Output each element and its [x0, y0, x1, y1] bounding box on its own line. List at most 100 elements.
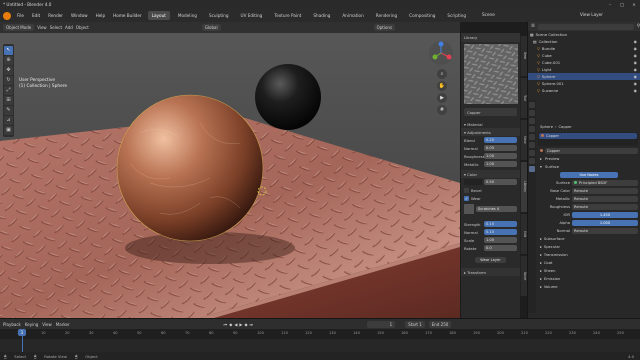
- play-icon[interactable]: ▶: [239, 322, 242, 327]
- material-slot-item[interactable]: Copper: [539, 132, 637, 139]
- cursor-tool-icon[interactable]: ⊕: [4, 56, 13, 65]
- measure-tool-icon[interactable]: ⊿: [4, 116, 13, 125]
- blender-logo-icon[interactable]: [3, 11, 11, 20]
- normal-field[interactable]: 0.05: [484, 145, 517, 151]
- tab-texture-paint[interactable]: Texture Paint: [270, 11, 305, 20]
- visibility-eye-icon[interactable]: ◉: [634, 74, 637, 79]
- wear-row[interactable]: ✓ Wear: [461, 194, 520, 202]
- blend-field[interactable]: 0.20: [484, 137, 517, 143]
- surface-shader-field[interactable]: Principled BSDF: [572, 179, 638, 186]
- viewport-menu-view[interactable]: View: [37, 25, 47, 30]
- scale-field[interactable]: 1.00: [484, 237, 517, 243]
- view-layer-selector[interactable]: View Layer: [580, 12, 603, 17]
- scene-props-tab-icon[interactable]: [529, 126, 535, 132]
- menu-help[interactable]: Help: [94, 13, 108, 18]
- jump-start-icon[interactable]: ⏮: [224, 322, 228, 327]
- material-browse-icon[interactable]: [540, 149, 543, 152]
- color-swatch[interactable]: [464, 179, 482, 185]
- timeline-menu-marker[interactable]: Marker: [56, 322, 70, 327]
- n-panel-tab-2[interactable]: Tool: [520, 78, 527, 118]
- next-key-icon[interactable]: ◆: [244, 322, 247, 327]
- outliner-item[interactable]: ▽ Cube ◉: [528, 52, 640, 59]
- viewport-menu-object[interactable]: Object: [76, 25, 89, 30]
- roughness-field[interactable]: 1.00: [484, 153, 517, 159]
- shader-input-field[interactable]: 1.000: [572, 219, 638, 226]
- menu-home-builder[interactable]: Home Builder: [111, 13, 144, 18]
- start-frame-field[interactable]: Start 1: [405, 320, 425, 328]
- surface-section-header[interactable]: ▾ Surface: [538, 163, 638, 171]
- outliner-search[interactable]: [537, 23, 634, 30]
- rotate-tool-icon[interactable]: ↻: [4, 76, 13, 85]
- metallic-field[interactable]: 1.00: [484, 161, 517, 167]
- scratches-field[interactable]: Scratches 4: [476, 206, 517, 212]
- visibility-eye-icon[interactable]: ◉: [634, 81, 637, 86]
- collapsed-section-header[interactable]: ▸ Emission: [538, 275, 638, 283]
- outliner-item[interactable]: ▽ Cube.001 ◉: [528, 59, 640, 66]
- material-name-field[interactable]: Copper: [464, 108, 517, 116]
- timeline-ruler[interactable]: 1102030405060708090100110120130140150160…: [0, 329, 640, 339]
- 3d-viewport[interactable]: User Perspective (1) Collection | Sphere: [0, 33, 460, 318]
- navigation-gizmo[interactable]: [428, 40, 454, 66]
- wear-checkbox[interactable]: ✓: [464, 195, 469, 201]
- end-frame-field[interactable]: End 250: [428, 320, 452, 328]
- add-cube-tool-icon[interactable]: ▣: [4, 126, 13, 135]
- collapsed-section-header[interactable]: ▸ Specular: [538, 243, 638, 251]
- color-field[interactable]: 0.50: [484, 179, 517, 185]
- tab-scripting[interactable]: Scripting: [443, 11, 470, 20]
- scene-selector[interactable]: Scene: [482, 12, 495, 17]
- shader-input-field[interactable]: Reroute: [572, 203, 638, 210]
- scale-tool-icon[interactable]: ⤢: [4, 86, 13, 95]
- close-icon[interactable]: ×: [628, 0, 640, 9]
- visibility-eye-icon[interactable]: ◉: [634, 88, 637, 93]
- collapsed-section-header[interactable]: ▸ Transmission: [538, 251, 638, 259]
- select-tool-icon[interactable]: ↖: [4, 46, 13, 55]
- wear-layer-button[interactable]: Wear Layer: [475, 257, 506, 263]
- pan-hand-icon[interactable]: ✋: [437, 81, 447, 91]
- material-props-tab-icon[interactable]: [529, 166, 535, 172]
- visibility-eye-icon[interactable]: ◉: [634, 53, 637, 58]
- tab-layout[interactable]: Layout: [147, 11, 170, 20]
- n-panel-tab-4[interactable]: Library: [520, 162, 527, 212]
- move-tool-icon[interactable]: ✥: [4, 66, 13, 75]
- outliner-item[interactable]: ▽ Sphere.001 ◉: [528, 80, 640, 87]
- n-panel-tab-5[interactable]: Edit: [520, 214, 527, 254]
- transform-section-header[interactable]: ▸ Transform: [461, 268, 520, 276]
- normal2-field[interactable]: 0.10: [484, 229, 517, 235]
- jump-end-icon[interactable]: ⏭: [250, 322, 254, 327]
- shader-input-field[interactable]: Reroute: [572, 187, 638, 194]
- collapsed-section-header[interactable]: ▸ Coat: [538, 259, 638, 267]
- tab-modeling[interactable]: Modeling: [174, 11, 201, 20]
- outliner-item[interactable]: ▤ Collection ◉: [528, 38, 640, 45]
- mode-dropdown[interactable]: Object Mode: [3, 24, 35, 31]
- shader-input-field[interactable]: Reroute: [572, 195, 638, 202]
- visibility-eye-icon[interactable]: ◉: [634, 60, 637, 65]
- preview-section-header[interactable]: ▸ Preview: [538, 155, 638, 163]
- minimize-icon[interactable]: –: [604, 0, 616, 9]
- prev-key-icon[interactable]: ◆: [229, 322, 232, 327]
- zoom-icon[interactable]: ⌕: [437, 69, 447, 79]
- object-props-tab-icon[interactable]: [529, 142, 535, 148]
- outliner-filter-icon[interactable]: ☰: [531, 24, 535, 29]
- orientation-dropdown[interactable]: Global: [201, 24, 221, 31]
- adjustments-section-header[interactable]: ▾ Adjustments: [461, 128, 520, 136]
- viewport-options[interactable]: Options: [373, 24, 396, 31]
- transform-tool-icon[interactable]: ⊞: [4, 96, 13, 105]
- modifier-props-tab-icon[interactable]: [529, 150, 535, 156]
- camera-icon[interactable]: ▶: [437, 93, 447, 103]
- render-props-tab-icon[interactable]: [529, 110, 535, 116]
- tab-rendering[interactable]: Rendering: [372, 11, 401, 20]
- material-section-header[interactable]: ▾ Material: [461, 120, 520, 128]
- outliner-item[interactable]: ▽ Light ◉: [528, 66, 640, 73]
- shader-input-field[interactable]: Reroute: [572, 227, 638, 234]
- tab-sculpting[interactable]: Sculpting: [205, 11, 233, 20]
- n-panel-tab-1[interactable]: Item: [520, 36, 527, 76]
- physics-props-tab-icon[interactable]: [529, 158, 535, 164]
- collapsed-section-header[interactable]: ▸ Sheen: [538, 267, 638, 275]
- world-props-tab-icon[interactable]: [529, 134, 535, 140]
- output-props-tab-icon[interactable]: [529, 118, 535, 124]
- play-reverse-icon[interactable]: ◀: [234, 322, 237, 327]
- outliner-scene-collection[interactable]: ▦ Scene Collection: [528, 31, 640, 38]
- timeline-menu-playback[interactable]: Playback: [3, 322, 21, 327]
- viewport-menu-add[interactable]: Add: [65, 25, 73, 30]
- annotate-tool-icon[interactable]: ✎: [4, 106, 13, 115]
